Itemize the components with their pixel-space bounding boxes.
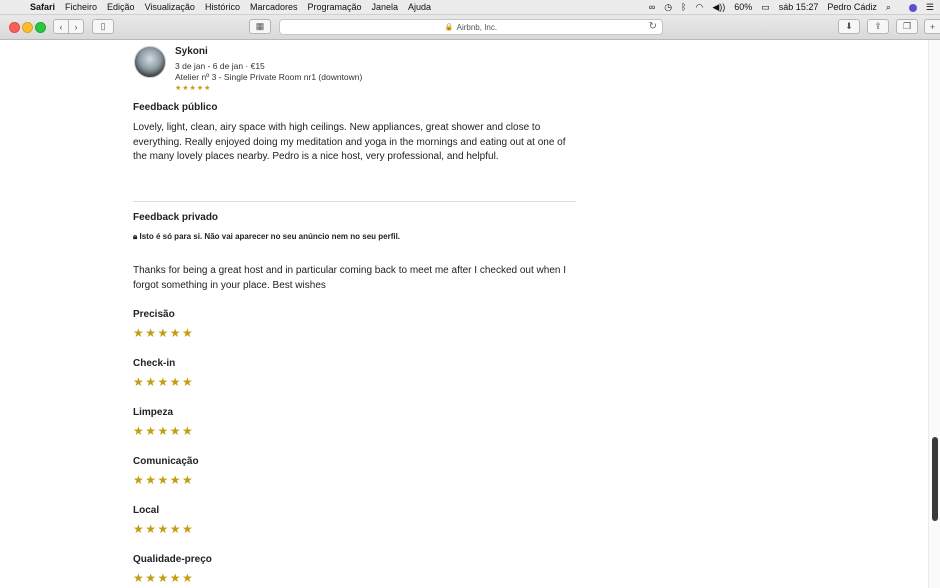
new-tab-button[interactable]: + (924, 19, 940, 34)
reviewer-name[interactable]: Sykoni (175, 46, 208, 57)
share-button[interactable]: ⇪ (867, 19, 889, 34)
category-stars-qualidade-preco: ★★★★★ (133, 571, 195, 585)
menu-programacao[interactable]: Programação (307, 2, 361, 12)
menu-marcadores[interactable]: Marcadores (250, 2, 298, 12)
grid-icon: ▦ (255, 21, 265, 31)
lock-icon: 🔒︎ (133, 232, 138, 241)
lock-icon: 🔒 (444, 24, 454, 31)
menu-edicao[interactable]: Edição (107, 2, 135, 12)
creative-cloud-icon[interactable]: ∞ (649, 2, 655, 12)
wifi-icon[interactable]: ◠ (695, 2, 703, 13)
category-stars-comunicacao: ★★★★★ (133, 473, 195, 487)
zoom-window-button[interactable] (35, 22, 46, 33)
private-note: 🔒︎ Isto é só para si. Não vai aparecer n… (133, 232, 401, 241)
divider (133, 201, 576, 202)
category-stars-precisao: ★★★★★ (133, 326, 195, 340)
reload-icon[interactable]: ↻ (649, 21, 657, 32)
tabs-overview-button[interactable]: ❐ (896, 19, 918, 34)
listing-name: Atelier nº 3 - Single Private Room nr1 (… (175, 72, 363, 82)
notification-center-icon[interactable]: ☰ (926, 2, 934, 13)
time-machine-icon[interactable]: ◷ (664, 2, 672, 13)
battery-percent: 60% (734, 2, 753, 12)
close-window-button[interactable] (9, 22, 20, 33)
private-feedback-heading: Feedback privado (133, 212, 219, 223)
public-feedback-text: Lovely, light, clean, airy space with hi… (133, 122, 566, 162)
download-icon: ⬇ (845, 21, 853, 31)
category-label-qualidade-preco: Qualidade-preço (133, 554, 212, 565)
user-name[interactable]: Pedro Cádiz (827, 2, 877, 12)
chevron-right-icon: › (74, 21, 78, 32)
battery-icon[interactable]: ▭ (761, 2, 770, 13)
chevron-left-icon: ‹ (59, 21, 63, 32)
spotlight-icon[interactable]: ⌕ (886, 2, 891, 13)
avatar[interactable] (134, 46, 166, 78)
downloads-button[interactable]: ⬇ (838, 19, 860, 34)
menu-ajuda[interactable]: Ajuda (408, 2, 431, 12)
scrollbar-thumb[interactable] (932, 437, 938, 521)
public-feedback-heading: Feedback público (133, 102, 218, 113)
sidebar-icon: ▯ (100, 21, 106, 31)
address-text: Airbnb, Inc. (456, 22, 498, 32)
stay-dates: 3 de jan - 6 de jan · €15 (175, 61, 265, 71)
menu-bar: Safari Ficheiro Edição Visualização Hist… (0, 0, 940, 15)
plus-icon: + (929, 21, 936, 32)
share-icon: ⇪ (874, 21, 882, 31)
menu-safari[interactable]: Safari (30, 2, 55, 12)
menu-ficheiro[interactable]: Ficheiro (65, 2, 97, 12)
category-label-comunicacao: Comunicação (133, 456, 199, 467)
category-label-checkin: Check-in (133, 358, 176, 369)
private-feedback-text: Thanks for being a great host and in par… (133, 265, 567, 291)
category-label-limpeza: Limpeza (133, 407, 174, 418)
forward-button[interactable]: › (68, 19, 84, 34)
category-stars-local: ★★★★★ (133, 522, 195, 536)
tabs-icon: ❐ (902, 21, 912, 31)
category-label-precisao: Precisão (133, 309, 175, 320)
category-stars-limpeza: ★★★★★ (133, 424, 195, 438)
sidebar-button[interactable]: ▯ (92, 19, 114, 34)
category-label-local: Local (133, 505, 160, 516)
minimize-window-button[interactable] (22, 22, 33, 33)
menu-historico[interactable]: Histórico (205, 2, 240, 12)
top-sites-button[interactable]: ▦ (249, 19, 271, 34)
page-content: Sykoni 3 de jan - 6 de jan · €15 Atelier… (0, 40, 928, 588)
status-area: ∞ ◷ ᛒ ◠ ◀)) 60% ▭ sáb 15:27 Pedro Cádiz … (640, 0, 934, 14)
clock[interactable]: sáb 15:27 (779, 2, 819, 12)
back-button[interactable]: ‹ (53, 19, 69, 34)
browser-toolbar: ‹ › ▯ ▦ 🔒 Airbnb, Inc. ↻ ⬇ ⇪ ❐ + (0, 15, 940, 40)
category-stars-checkin: ★★★★★ (133, 375, 195, 389)
volume-icon[interactable]: ◀)) (712, 2, 725, 13)
siri-icon[interactable] (900, 2, 917, 12)
address-bar[interactable]: 🔒 Airbnb, Inc. ↻ (279, 19, 663, 35)
menu-visualizacao[interactable]: Visualização (145, 2, 195, 12)
bluetooth-icon[interactable]: ᛒ (681, 2, 686, 12)
vertical-scrollbar[interactable] (928, 40, 940, 588)
overall-rating-stars: ★★★★★ (175, 85, 212, 92)
menu-janela[interactable]: Janela (372, 2, 399, 12)
